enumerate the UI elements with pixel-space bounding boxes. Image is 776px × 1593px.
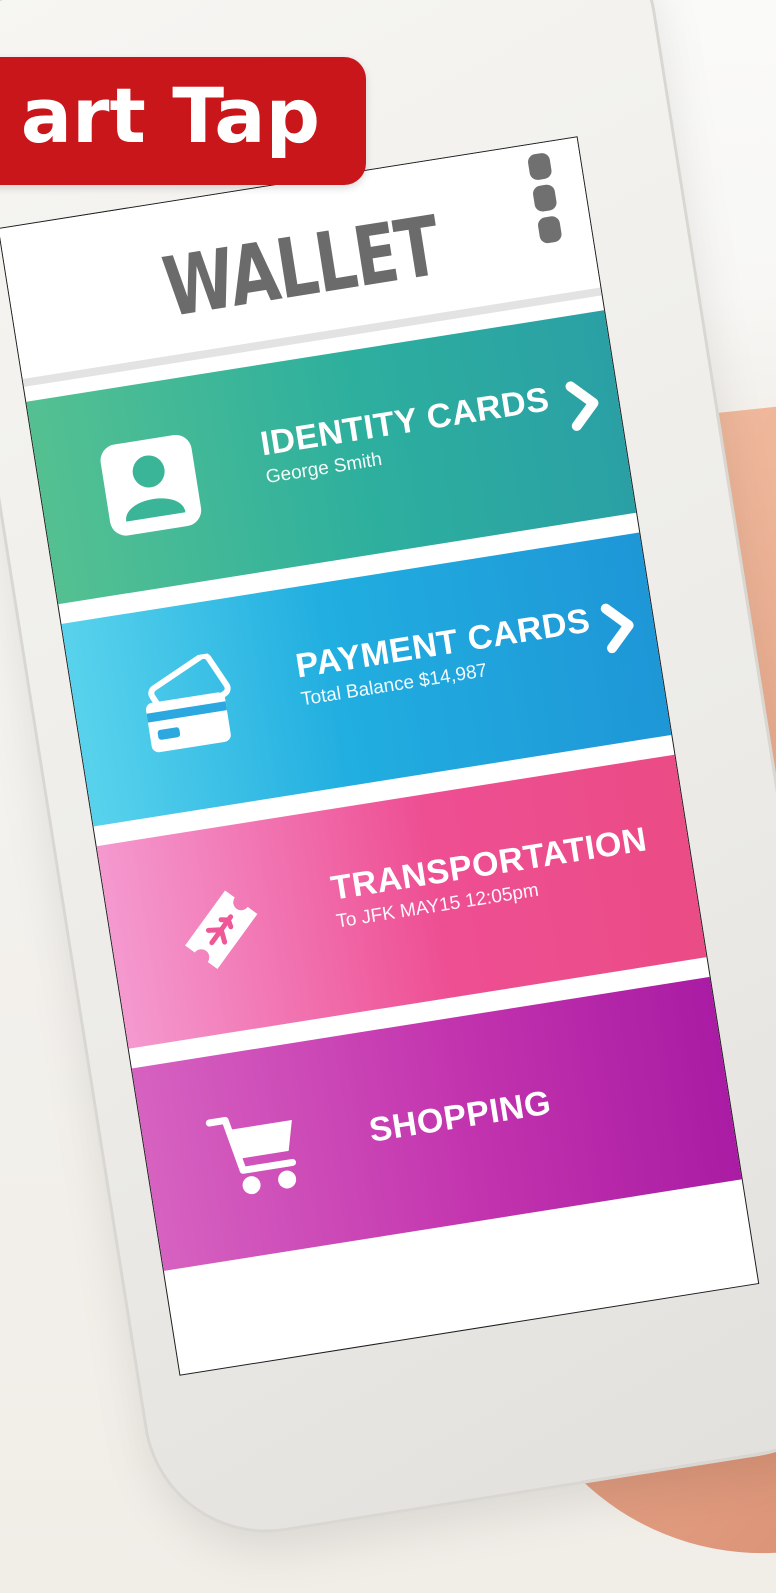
plane-ticket-icon: [185, 890, 258, 970]
app-title: WALLET: [157, 199, 446, 337]
credit-card-icon: [145, 652, 231, 753]
person-icon: [100, 434, 202, 536]
more-vertical-icon[interactable]: [526, 151, 568, 250]
shopping-cart-icon: [205, 1116, 297, 1195]
brand-banner: art Tap: [0, 57, 366, 185]
card-title: SHOPPING: [366, 1083, 554, 1150]
banner-text: art Tap: [20, 71, 320, 160]
chevron-right-icon[interactable]: [559, 372, 608, 438]
photo-scene: WALLET IDENTITY CARDS George Smith PAYME…: [0, 0, 776, 1593]
chevron-right-icon[interactable]: [594, 594, 643, 660]
